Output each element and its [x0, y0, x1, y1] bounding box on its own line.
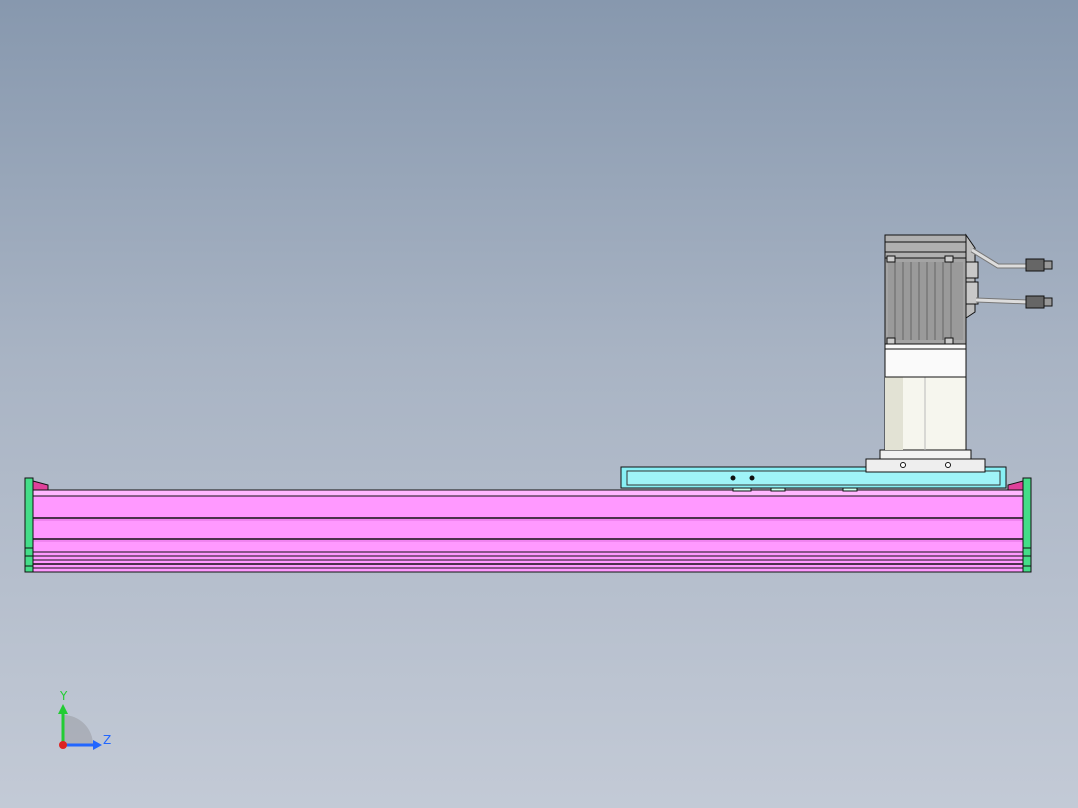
encoder-cable[interactable] — [975, 295, 1053, 309]
end-cap-left[interactable] — [24, 477, 34, 573]
rail-end-wedge-left — [32, 480, 49, 491]
gear-reducer[interactable] — [884, 343, 967, 451]
end-cap-right[interactable] — [1022, 477, 1032, 573]
x-axis-dot — [59, 741, 67, 749]
servo-motor[interactable] — [884, 233, 979, 345]
rail-body[interactable] — [32, 489, 1024, 573]
motor-mount-flange[interactable] — [865, 449, 986, 473]
power-cable[interactable] — [970, 247, 1053, 272]
graphics-viewport[interactable]: Y Z — [0, 0, 1078, 808]
axis-triad — [58, 704, 102, 750]
rail-end-wedge-right — [1007, 480, 1024, 491]
triad-z-label: Z — [103, 733, 112, 747]
triad-y-label: Y — [60, 689, 68, 703]
linear-module-model[interactable] — [0, 0, 1078, 808]
